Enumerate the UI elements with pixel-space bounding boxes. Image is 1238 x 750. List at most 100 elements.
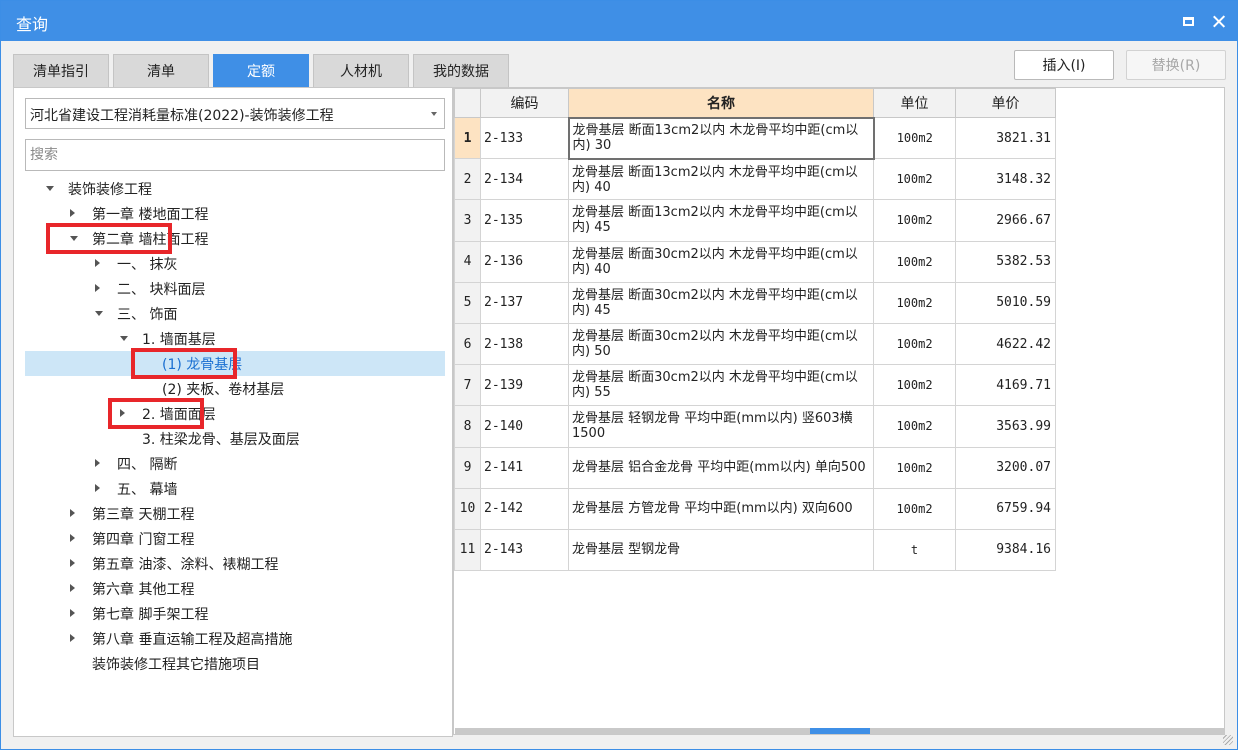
cell-price[interactable]: 5382.53 [955,240,1056,283]
tree-item[interactable]: 3. 柱梁龙骨、基层及面层 [25,426,445,451]
resize-grip-icon[interactable] [1223,735,1233,745]
tree-item[interactable]: (2) 夹板、卷材基层 [25,376,445,401]
tree-item[interactable]: 第五章 油漆、涂料、裱糊工程 [25,551,445,576]
cell-unit[interactable]: 100m2 [873,116,956,160]
caret-down-icon[interactable] [120,336,128,341]
cell-code[interactable]: 2-135 [480,199,569,242]
tab-list[interactable]: 清单 [113,54,209,87]
cell-name[interactable]: 龙骨基层 轻钢龙骨 平均中距(mm以内) 竖603横1500 [568,405,874,448]
cell-name[interactable]: 龙骨基层 断面30cm2以内 木龙骨平均中距(cm以内) 40 [568,240,874,283]
cell-name[interactable]: 龙骨基层 断面30cm2以内 木龙骨平均中距(cm以内) 50 [568,322,874,366]
tree-item[interactable]: 一、 抹灰 [25,251,445,276]
cell-code[interactable]: 2-141 [480,446,569,489]
caret-right-icon[interactable] [95,484,100,492]
col-code-header[interactable]: 编码 [480,88,569,118]
table-row[interactable]: 7 2-139 龙骨基层 断面30cm2以内 木龙骨平均中距(cm以内) 55 100… [454,364,1056,407]
table-row[interactable]: 5 2-137 龙骨基层 断面30cm2以内 木龙骨平均中距(cm以内) 45 100… [454,281,1056,324]
tree-item[interactable]: 装饰装修工程其它措施项目 [25,651,445,676]
table-row[interactable]: 3 2-135 龙骨基层 断面13cm2以内 木龙骨平均中距(cm以内) 45 100… [454,199,1056,242]
table-row[interactable]: 9 2-141 龙骨基层 铝合金龙骨 平均中距(mm以内) 单向500 100m2 32… [454,446,1056,489]
table-row[interactable]: 4 2-136 龙骨基层 断面30cm2以内 木龙骨平均中距(cm以内) 40 100… [454,240,1056,283]
row-index[interactable]: 10 [454,487,481,530]
cell-unit[interactable]: t [873,528,956,572]
caret-right-icon[interactable] [95,284,100,292]
caret-right-icon[interactable] [70,559,75,567]
cell-name[interactable]: 龙骨基层 断面13cm2以内 木龙骨平均中距(cm以内) 30 [567,116,875,160]
tree-item[interactable]: 第三章 天棚工程 [25,501,445,526]
cell-unit[interactable]: 100m2 [873,240,956,283]
cell-name[interactable]: 龙骨基层 方管龙骨 平均中距(mm以内) 双向600 [568,487,874,530]
cell-unit[interactable]: 100m2 [873,364,956,407]
cell-price[interactable]: 2966.67 [955,199,1056,242]
row-index[interactable]: 4 [454,240,481,283]
cell-code[interactable]: 2-140 [480,405,569,448]
caret-right-icon[interactable] [70,634,75,642]
row-index[interactable]: 7 [454,364,481,407]
caret-right-icon[interactable] [70,609,75,617]
tab-my-data[interactable]: 我的数据 [413,54,509,87]
close-button[interactable] [1207,9,1231,33]
row-index[interactable]: 2 [454,158,481,201]
replace-button[interactable]: 替换(R) [1126,50,1226,80]
row-index[interactable]: 5 [454,281,481,324]
cell-name[interactable]: 龙骨基层 断面13cm2以内 木龙骨平均中距(cm以内) 45 [568,199,874,242]
cell-price[interactable]: 3148.32 [955,158,1056,201]
insert-button[interactable]: 插入(I) [1014,50,1114,80]
cell-name[interactable]: 龙骨基层 断面30cm2以内 木龙骨平均中距(cm以内) 45 [568,281,874,324]
cell-price[interactable]: 3821.31 [955,116,1056,160]
row-index[interactable]: 8 [454,405,481,448]
table-row[interactable]: 11 2-143 龙骨基层 型钢龙骨 t 9384.16 [454,528,1056,572]
cell-code[interactable]: 2-137 [480,281,569,324]
cell-unit[interactable]: 100m2 [873,199,956,242]
cell-unit[interactable]: 100m2 [873,446,956,489]
cell-code[interactable]: 2-136 [480,240,569,283]
cell-price[interactable]: 4169.71 [955,364,1056,407]
tab-labor-material-machine[interactable]: 人材机 [313,54,409,87]
caret-right-icon[interactable] [70,209,75,217]
cell-price[interactable]: 4622.42 [955,322,1056,366]
tree-item[interactable]: 二、 块料面层 [25,276,445,301]
row-index[interactable]: 11 [454,528,481,572]
cell-price[interactable]: 3563.99 [955,405,1056,448]
cell-code[interactable]: 2-143 [480,528,569,572]
tree-item[interactable]: 五、 幕墙 [25,476,445,501]
col-name-header[interactable]: 名称 [568,88,874,118]
table-row[interactable]: 8 2-140 龙骨基层 轻钢龙骨 平均中距(mm以内) 竖603横1500 100m… [454,405,1056,448]
cell-price[interactable]: 3200.07 [955,446,1056,489]
scrollbar-thumb[interactable] [810,728,870,734]
tree-item[interactable]: 装饰装修工程 [25,176,445,201]
table-row[interactable]: 10 2-142 龙骨基层 方管龙骨 平均中距(mm以内) 双向600 100m2 67… [454,487,1056,530]
cell-code[interactable]: 2-134 [480,158,569,201]
cell-price[interactable]: 5010.59 [955,281,1056,324]
tab-list-guide[interactable]: 清单指引 [13,54,109,87]
cell-unit[interactable]: 100m2 [873,281,956,324]
table-row[interactable]: 2 2-134 龙骨基层 断面13cm2以内 木龙骨平均中距(cm以内) 40 100… [454,158,1056,201]
cell-name[interactable]: 龙骨基层 铝合金龙骨 平均中距(mm以内) 单向500 [568,446,874,489]
caret-right-icon[interactable] [70,534,75,542]
caret-down-icon[interactable] [46,186,54,191]
cell-name[interactable]: 龙骨基层 型钢龙骨 [568,528,874,572]
table-row[interactable]: 1 2-133 龙骨基层 断面13cm2以内 木龙骨平均中距(cm以内) 30 100… [454,116,1056,160]
cell-unit[interactable]: 100m2 [873,405,956,448]
cell-name[interactable]: 龙骨基层 断面30cm2以内 木龙骨平均中距(cm以内) 55 [568,364,874,407]
cell-price[interactable]: 6759.94 [955,487,1056,530]
row-index[interactable]: 6 [454,322,481,366]
caret-right-icon[interactable] [95,259,100,267]
tab-quota[interactable]: 定额 [213,54,309,87]
cell-code[interactable]: 2-142 [480,487,569,530]
standard-select[interactable]: 河北省建设工程消耗量标准(2022)-装饰装修工程 [25,98,445,129]
tree-item[interactable]: 第八章 垂直运输工程及超高措施 [25,626,445,651]
tree-item[interactable]: 第六章 其他工程 [25,576,445,601]
caret-down-icon[interactable] [95,311,103,316]
tree-item[interactable]: 三、 饰面 [25,301,445,326]
caret-right-icon[interactable] [70,509,75,517]
cell-price[interactable]: 9384.16 [955,528,1056,572]
search-input[interactable] [25,139,445,171]
cell-unit[interactable]: 100m2 [873,322,956,366]
maximize-button[interactable] [1176,9,1200,33]
tree-item[interactable]: 第七章 脚手架工程 [25,601,445,626]
tree-item[interactable]: 第四章 门窗工程 [25,526,445,551]
cell-code[interactable]: 2-133 [480,116,569,160]
caret-right-icon[interactable] [95,459,100,467]
col-price-header[interactable]: 单价 [955,88,1056,118]
